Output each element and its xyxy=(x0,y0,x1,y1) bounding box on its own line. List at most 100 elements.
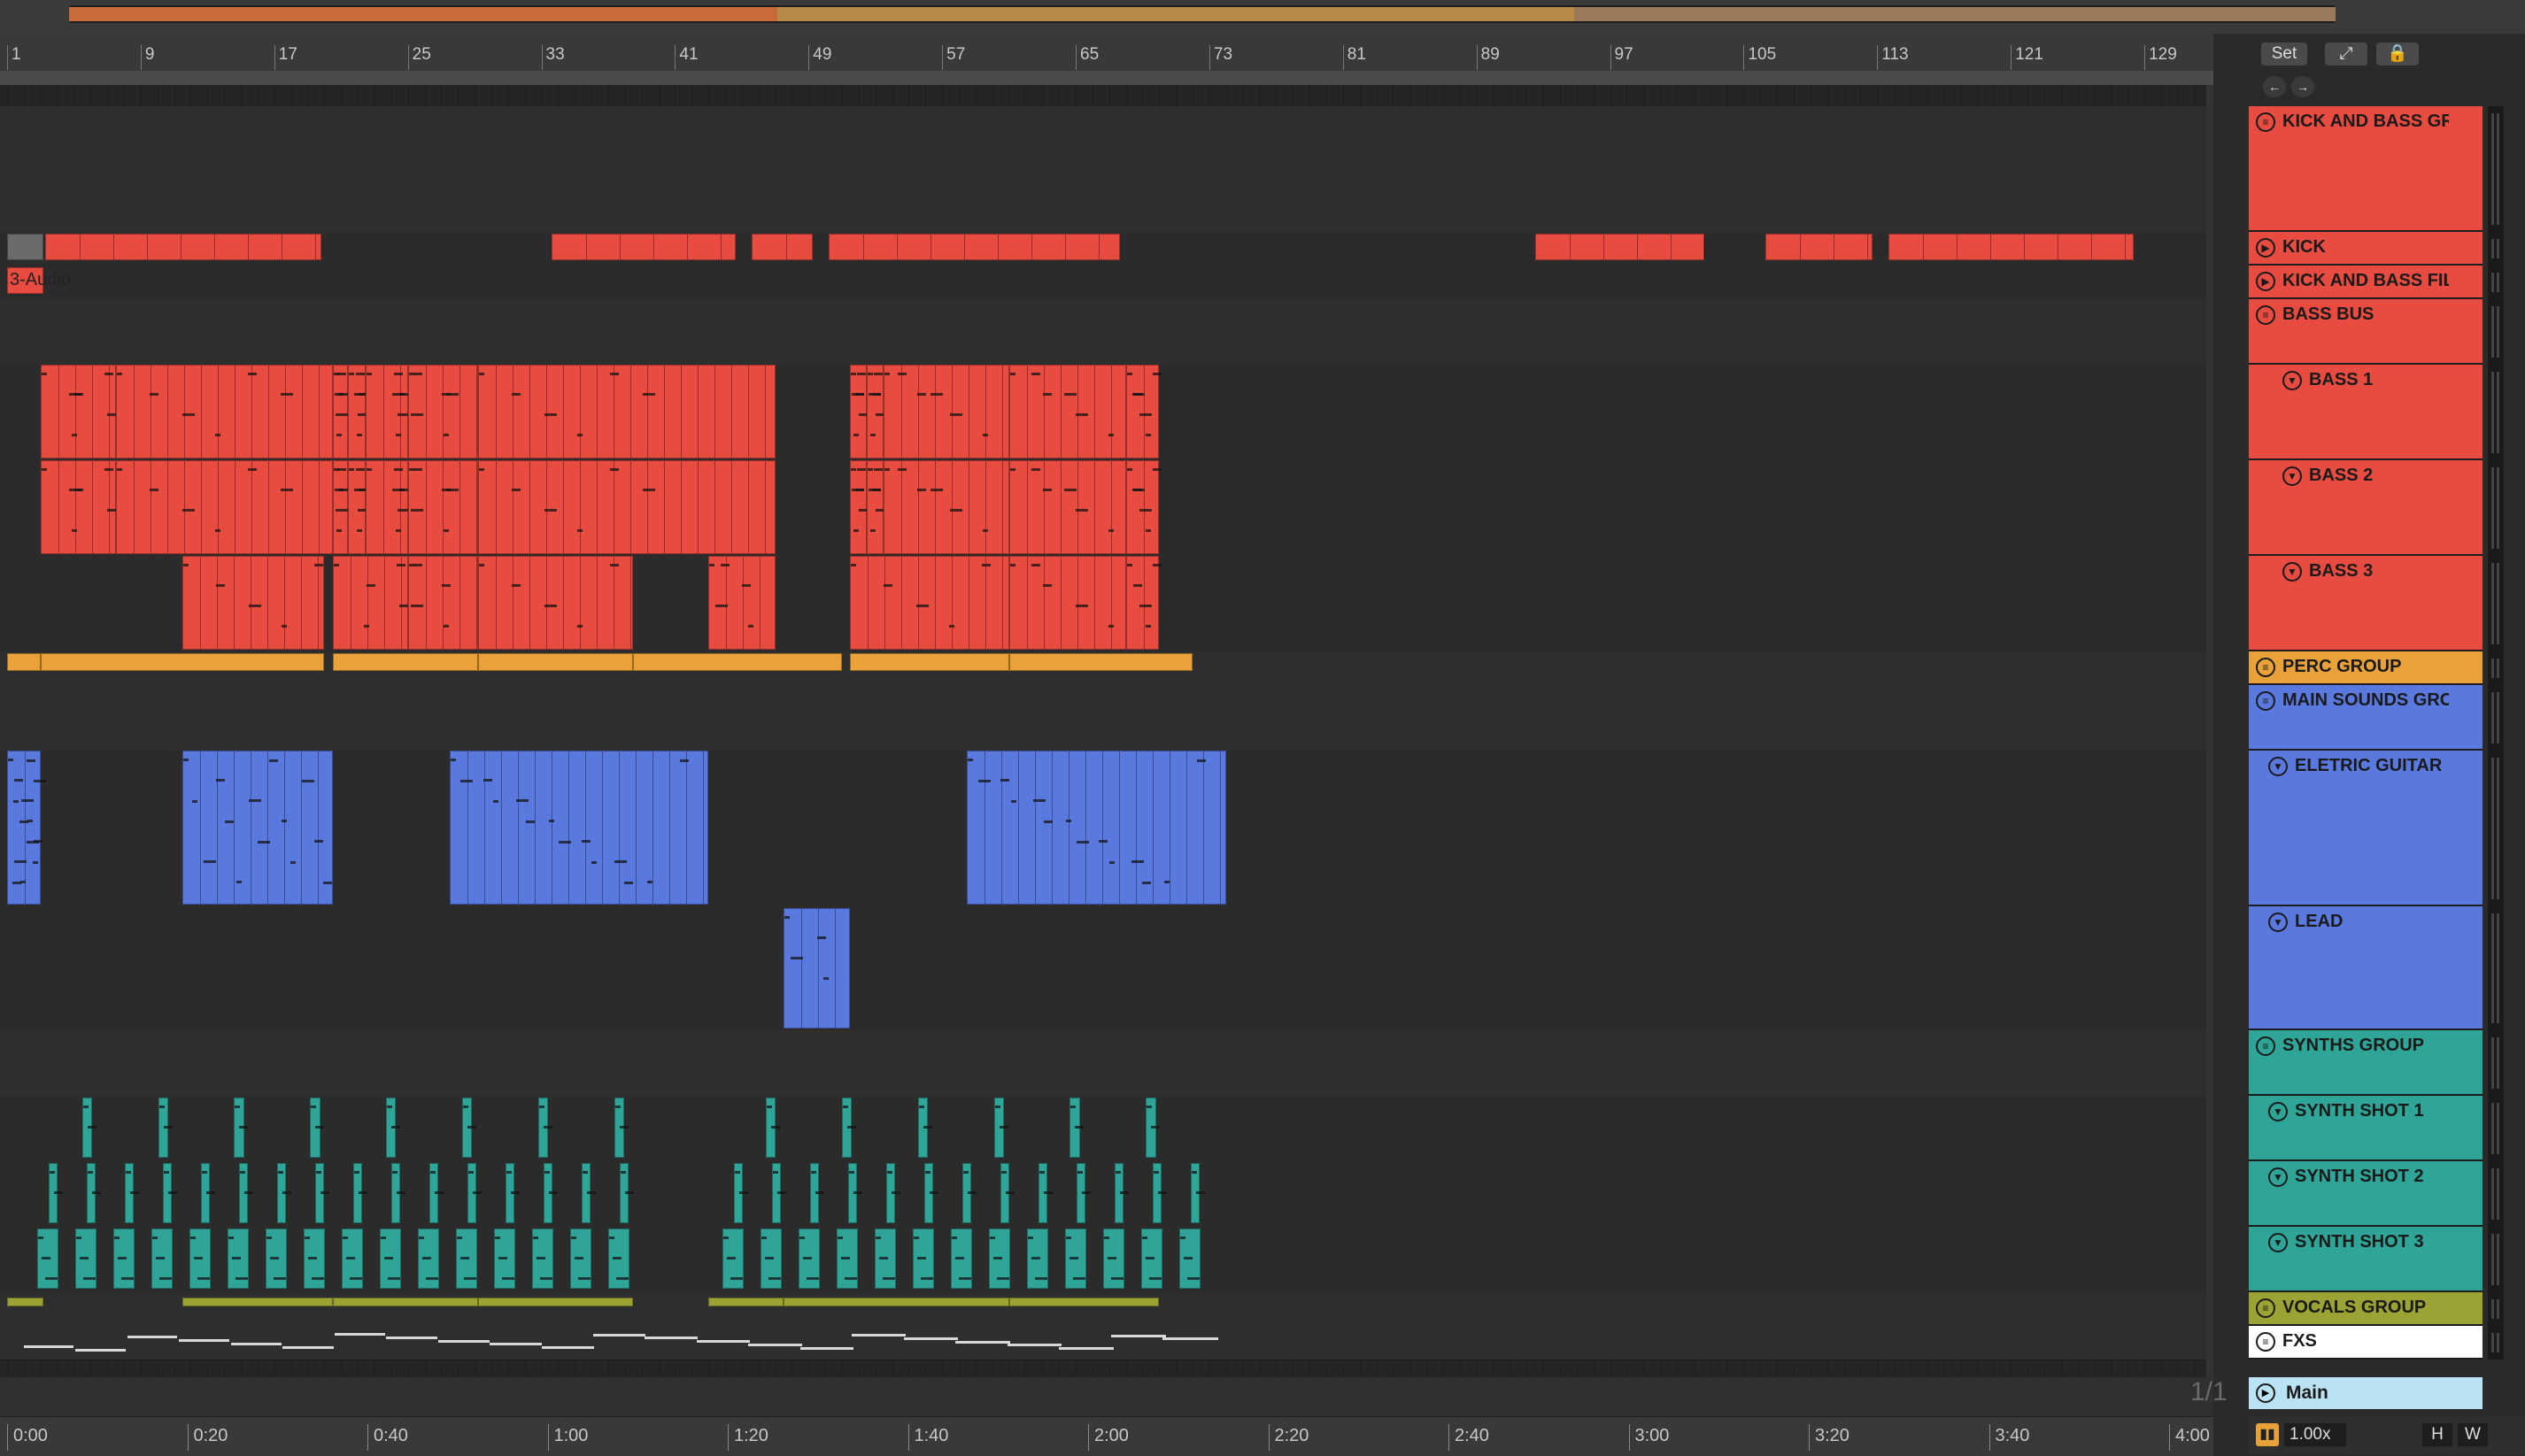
synth-shot-1-clip[interactable] xyxy=(537,1098,552,1158)
midi-fold-icon[interactable]: ▼ xyxy=(2282,371,2302,390)
track-synth-shot-1[interactable]: ▼ SYNTH SHOT 1 xyxy=(2249,1096,2483,1161)
track-eletric-guitar[interactable]: ▼ ELETRIC GUITAR xyxy=(2249,751,2483,906)
synth-shot-1-clip[interactable] xyxy=(614,1098,629,1158)
arrangement-view[interactable]: 3-Audio xyxy=(0,85,2206,1377)
track-bass-bus[interactable]: ≡ BASS BUS xyxy=(2249,299,2483,365)
group-icon[interactable]: ≡ xyxy=(2256,112,2275,132)
track-lane[interactable] xyxy=(0,266,2206,300)
synth-shot-1-clip[interactable] xyxy=(310,1098,325,1158)
fx-clip[interactable] xyxy=(179,1339,230,1343)
main-track[interactable]: ▶ Main xyxy=(2249,1377,2483,1409)
midi-fold-icon[interactable]: ▼ xyxy=(2268,1102,2288,1121)
set-button[interactable]: Set xyxy=(2261,42,2307,65)
fx-clip[interactable] xyxy=(127,1336,178,1339)
fx-clip[interactable] xyxy=(748,1343,802,1346)
group-icon[interactable]: ≡ xyxy=(2256,691,2275,711)
kick-clip[interactable] xyxy=(1534,234,1705,260)
synth-shot-3-clip[interactable] xyxy=(1064,1229,1087,1289)
synth-shot-2-clip[interactable] xyxy=(201,1163,216,1223)
track-bass-1[interactable]: ▼ BASS 1 xyxy=(2249,365,2483,460)
synth-shot-2-clip[interactable] xyxy=(1000,1163,1015,1223)
synth-shot-3-clip[interactable] xyxy=(417,1229,440,1289)
synth-shot-3-clip[interactable] xyxy=(455,1229,478,1289)
audio-clip[interactable]: 3-Audio xyxy=(7,267,71,294)
bass-3-clip[interactable] xyxy=(1125,556,1162,650)
bass-1-clip[interactable] xyxy=(347,365,370,458)
bass-2-clip[interactable] xyxy=(366,460,411,554)
bass-2-clip[interactable] xyxy=(40,460,120,554)
synth-shot-3-clip[interactable] xyxy=(36,1229,59,1289)
synth-shot-1-clip[interactable] xyxy=(917,1098,932,1158)
synth-shot-2-clip[interactable] xyxy=(429,1163,444,1223)
bass-1-clip[interactable] xyxy=(850,365,872,458)
synth-shot-3-clip[interactable] xyxy=(265,1229,288,1289)
synth-shot-2-clip[interactable] xyxy=(1077,1163,1092,1223)
fx-clip[interactable] xyxy=(645,1337,699,1340)
bass-3-clip[interactable] xyxy=(850,556,1009,650)
fx-clip[interactable] xyxy=(1162,1337,1218,1341)
overview-strip[interactable] xyxy=(69,5,2336,23)
midi-fold-icon[interactable]: ▼ xyxy=(2282,562,2302,582)
vocals-clip[interactable] xyxy=(332,1298,478,1306)
synth-shot-1-clip[interactable] xyxy=(1146,1098,1161,1158)
metronome-icon[interactable]: ▮▮ xyxy=(2256,1423,2279,1446)
fx-clip[interactable] xyxy=(75,1348,126,1352)
vocals-clip[interactable] xyxy=(182,1298,333,1306)
track-main-sounds-group[interactable]: ≡ MAIN SOUNDS GROUP xyxy=(2249,685,2483,751)
perc-clip[interactable] xyxy=(850,653,1009,671)
fx-clip[interactable] xyxy=(1110,1334,1166,1337)
track-lead[interactable]: ▼ LEAD xyxy=(2249,906,2483,1030)
time-ruler[interactable]: 0:00 0:20 0:40 1:00 1:20 1:40 2:00 2:20 2:40 3:00… xyxy=(0,1416,2213,1456)
synth-shot-1-clip[interactable] xyxy=(158,1098,173,1158)
bass-3-clip[interactable] xyxy=(1008,556,1126,650)
synth-shot-3-clip[interactable] xyxy=(227,1229,250,1289)
fx-clip[interactable] xyxy=(1007,1344,1062,1347)
synth-shot-3-clip[interactable] xyxy=(531,1229,554,1289)
synth-shot-1-clip[interactable] xyxy=(81,1098,97,1158)
track-bass-2[interactable]: ▼ BASS 2 xyxy=(2249,460,2483,556)
fx-clip[interactable] xyxy=(23,1345,73,1348)
synth-shot-2-clip[interactable] xyxy=(239,1163,254,1223)
perc-clip[interactable] xyxy=(1008,653,1193,671)
synth-shot-2-clip[interactable] xyxy=(1039,1163,1054,1223)
kick-clip[interactable] xyxy=(1764,234,1873,260)
perc-clip[interactable] xyxy=(633,653,842,671)
synth-shot-3-clip[interactable] xyxy=(760,1229,783,1289)
w-toggle[interactable]: W xyxy=(2458,1423,2488,1446)
play-icon[interactable]: ▶ xyxy=(2256,1383,2275,1403)
bass-3-clip[interactable] xyxy=(407,556,478,650)
synth-shot-2-clip[interactable] xyxy=(848,1163,863,1223)
guitar-clip[interactable] xyxy=(182,751,333,905)
synth-shot-3-clip[interactable] xyxy=(151,1229,174,1289)
group-icon[interactable]: ≡ xyxy=(2256,658,2275,677)
perc-clip[interactable] xyxy=(332,653,478,671)
bass-1-clip[interactable] xyxy=(366,365,411,458)
guitar-clip[interactable] xyxy=(449,751,709,905)
track-lane[interactable] xyxy=(0,106,2206,233)
track-synth-shot-3[interactable]: ▼ SYNTH SHOT 3 xyxy=(2249,1227,2483,1292)
synth-shot-1-clip[interactable] xyxy=(1069,1098,1085,1158)
track-lane[interactable] xyxy=(0,685,2206,751)
lead-clip[interactable] xyxy=(783,908,851,1028)
vocals-clip[interactable] xyxy=(708,1298,784,1306)
track-kick-and-bass-grou[interactable]: ≡ KICK AND BASS GROU xyxy=(2249,106,2483,232)
synth-shot-2-clip[interactable] xyxy=(315,1163,330,1223)
fx-clip[interactable] xyxy=(541,1346,594,1349)
play-icon[interactable]: ▶ xyxy=(2256,272,2275,291)
perc-clip[interactable] xyxy=(40,653,325,671)
fx-clip[interactable] xyxy=(852,1334,907,1337)
synth-shot-2-clip[interactable] xyxy=(277,1163,292,1223)
group-icon[interactable]: ≡ xyxy=(2256,1036,2275,1056)
group-icon[interactable]: ≡ xyxy=(2256,305,2275,325)
synth-shot-3-clip[interactable] xyxy=(112,1229,135,1289)
perc-clip[interactable] xyxy=(477,653,634,671)
bass-2-clip[interactable] xyxy=(884,460,1009,554)
bass-2-clip[interactable] xyxy=(115,460,333,554)
arrangement-overview[interactable] xyxy=(0,0,2525,34)
midi-fold-icon[interactable]: ▼ xyxy=(2268,757,2288,776)
synth-shot-2-clip[interactable] xyxy=(467,1163,483,1223)
midi-fold-icon[interactable]: ▼ xyxy=(2268,1233,2288,1252)
fx-clip[interactable] xyxy=(230,1342,282,1345)
kick-clip[interactable] xyxy=(751,234,814,260)
synth-shot-3-clip[interactable] xyxy=(1026,1229,1049,1289)
